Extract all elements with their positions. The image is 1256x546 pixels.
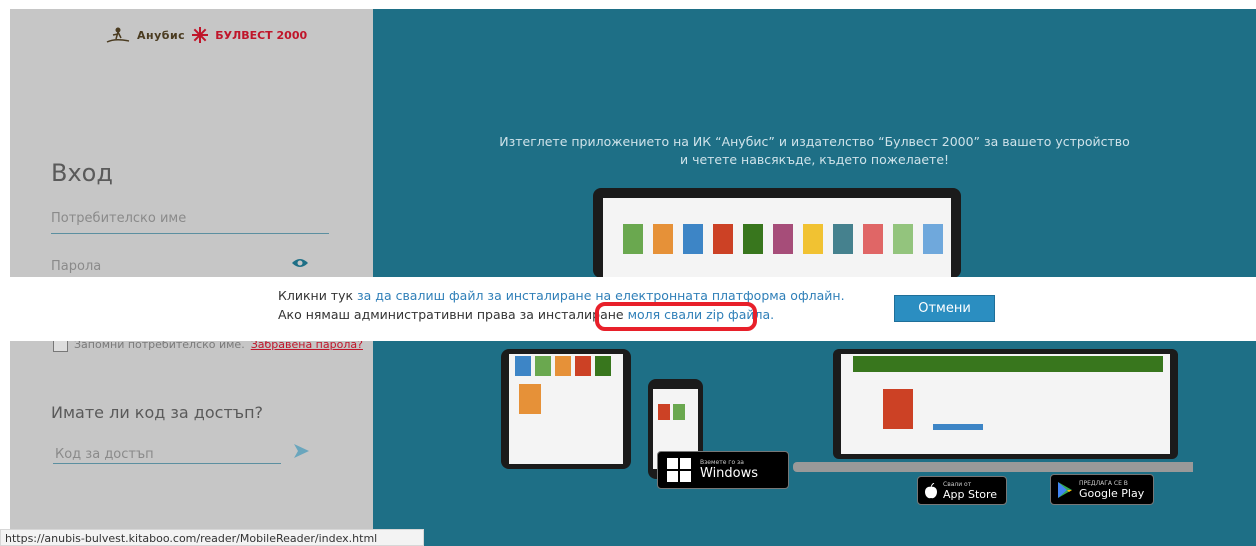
googleplay-badge-big: Google Play bbox=[1079, 486, 1145, 500]
username-input[interactable] bbox=[51, 211, 291, 226]
access-code-field bbox=[53, 443, 281, 464]
password-input[interactable] bbox=[51, 259, 291, 274]
bulvest-logo-icon bbox=[192, 27, 209, 43]
password-field bbox=[51, 255, 329, 275]
access-code-title: Имате ли код за достъп? bbox=[51, 403, 264, 422]
app-store-badge[interactable]: Свали от App Store bbox=[917, 476, 1007, 505]
cancel-button[interactable]: Отмени bbox=[894, 295, 995, 322]
promo-line-2: и четете навсякъде, където пожелаете! bbox=[679, 152, 950, 167]
google-play-icon bbox=[1058, 481, 1072, 498]
red-highlight-annotation bbox=[595, 302, 757, 331]
banner-line-2-prefix: Ако нямаш административни права за инста… bbox=[278, 307, 628, 322]
download-banner: Кликни тук за да свалиш файл за инсталир… bbox=[0, 277, 1256, 341]
google-play-badge[interactable]: ПРЕДЛАГА СЕ В Google Play bbox=[1050, 474, 1154, 505]
appstore-badge-big: App Store bbox=[943, 487, 998, 501]
username-field bbox=[51, 207, 329, 234]
brand-logo: Анубис БУЛВЕСТ 2000 bbox=[105, 26, 307, 44]
devices-illustration bbox=[501, 188, 1193, 479]
promo-line-1: Изтеглете приложението на ИК “Анубис” и … bbox=[499, 134, 1130, 149]
anubis-logo-icon bbox=[106, 27, 130, 43]
appstore-badge-small: Свали от bbox=[943, 480, 972, 488]
windows-icon bbox=[667, 458, 691, 482]
show-password-eye-icon[interactable] bbox=[291, 257, 309, 269]
submit-arrow-icon[interactable] bbox=[291, 441, 311, 461]
anubis-logo-text: Анубис bbox=[137, 28, 186, 42]
login-title: Вход bbox=[51, 159, 113, 187]
apple-icon bbox=[925, 482, 937, 498]
bulvest-logo-text: БУЛВЕСТ 2000 bbox=[215, 28, 308, 42]
access-code-input[interactable] bbox=[53, 446, 277, 463]
windows-store-badge[interactable]: Вземете го за Windows bbox=[657, 451, 789, 489]
offline-installer-link[interactable]: за да свалиш файл за инсталиране на елек… bbox=[357, 288, 845, 303]
banner-line-1-prefix: Кликни тук bbox=[278, 288, 358, 303]
banner-line-1: Кликни тук за да свалиш файл за инсталир… bbox=[278, 288, 845, 303]
googleplay-badge-small: ПРЕДЛАГА СЕ В bbox=[1079, 479, 1128, 487]
status-bar-url: https://anubis-bulvest.kitaboo.com/reade… bbox=[0, 529, 424, 546]
book-covers-row bbox=[623, 224, 943, 254]
windows-badge-small: Вземете го за bbox=[700, 459, 744, 466]
windows-badge-big: Windows bbox=[700, 466, 759, 481]
